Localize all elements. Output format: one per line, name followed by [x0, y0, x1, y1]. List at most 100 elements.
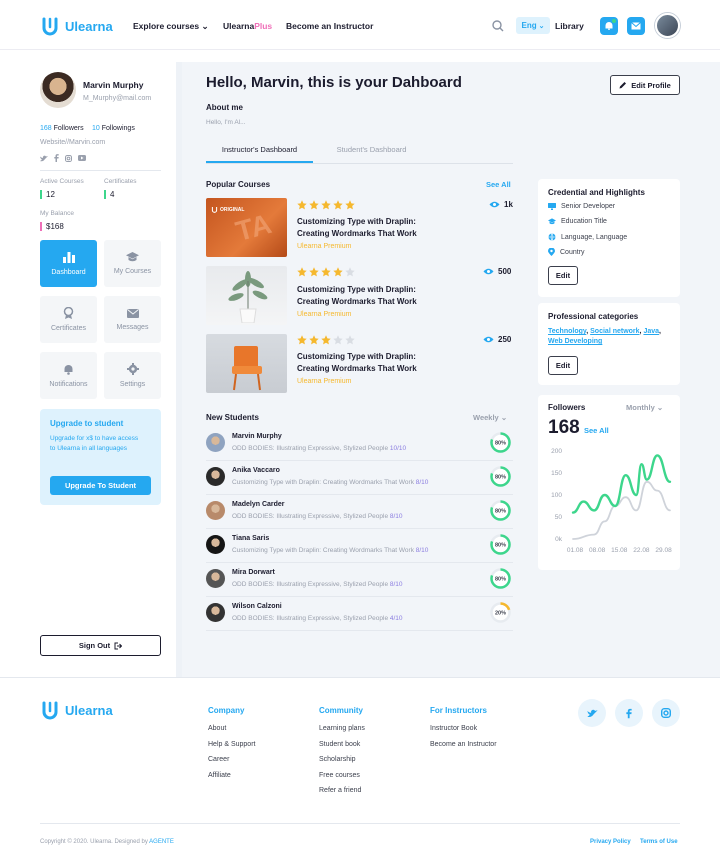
- star-filled-icon: [297, 200, 307, 210]
- nav-explore-courses[interactable]: Explore courses ⌄: [133, 21, 209, 32]
- tile-messages[interactable]: Messages: [104, 296, 161, 343]
- tile-dashboard[interactable]: Dashboard: [40, 240, 97, 287]
- edit-credentials-button[interactable]: Edit: [548, 266, 578, 285]
- instagram-icon[interactable]: [65, 154, 72, 162]
- pencil-icon: [619, 82, 627, 89]
- facebook-button[interactable]: [615, 699, 643, 727]
- student-avatar: [206, 433, 225, 452]
- bell-icon: [64, 364, 73, 375]
- footer-link[interactable]: Scholarship: [319, 756, 356, 763]
- designer-link[interactable]: AGENTE: [149, 839, 174, 845]
- student-row[interactable]: Marvin Murphy ODD BODIES: Illustrating E…: [206, 427, 513, 461]
- views-count: 250: [498, 335, 512, 344]
- footer-link[interactable]: Instructor Book: [430, 725, 477, 732]
- edit-professional-button[interactable]: Edit: [548, 356, 578, 375]
- footer-instructors-title: For Instructors: [430, 706, 487, 715]
- course-views: 1k: [489, 200, 513, 209]
- credential-row: Senior Developer: [548, 203, 615, 210]
- student-row[interactable]: Tiana Saris Customizing Type with Drapli…: [206, 529, 513, 563]
- nav-become-instructor[interactable]: Become an Instructor: [286, 21, 373, 31]
- terms-link[interactable]: Terms of Use: [640, 839, 678, 845]
- student-name: Anika Vaccaro: [232, 467, 280, 474]
- footer-link[interactable]: Affiliate: [208, 772, 231, 779]
- weekly-dropdown[interactable]: Weekly ⌄: [473, 413, 507, 422]
- gear-icon: [126, 363, 139, 375]
- tile-notifications[interactable]: Notifications: [40, 352, 97, 399]
- student-row[interactable]: Mira Dorwart ODD BODIES: Illustrating Ex…: [206, 563, 513, 597]
- messages-button[interactable]: [627, 17, 645, 35]
- footer-link[interactable]: Free courses: [319, 772, 360, 779]
- course-title[interactable]: Customizing Type with Draplin: Creating …: [297, 284, 442, 307]
- award-icon: [63, 307, 74, 319]
- course-title[interactable]: Customizing Type with Draplin: Creating …: [297, 216, 442, 239]
- tab-instructor[interactable]: Instructor's Dashboard: [206, 145, 313, 163]
- upgrade-button[interactable]: Upgrade To Student: [50, 476, 151, 495]
- student-avatar: [206, 501, 225, 520]
- twitter-button[interactable]: [578, 699, 606, 727]
- footer-link[interactable]: Become an Instructor: [430, 741, 497, 748]
- monthly-dropdown[interactable]: Monthly ⌄: [626, 403, 663, 412]
- search-icon[interactable]: [492, 20, 504, 32]
- tag-technology[interactable]: Technology: [548, 328, 586, 335]
- balance-amount: $168: [46, 222, 64, 231]
- tile-my-courses[interactable]: My Courses: [104, 240, 161, 287]
- star-filled-icon: [321, 267, 331, 277]
- footer-logo[interactable]: Ulearna: [40, 700, 113, 720]
- chevron-down-icon: ⌄: [656, 403, 664, 412]
- twitter-icon[interactable]: [40, 155, 48, 162]
- student-progress: 8/10: [415, 479, 429, 486]
- facebook-icon[interactable]: [54, 154, 59, 162]
- credential-row: Language, Language: [548, 233, 627, 241]
- student-row[interactable]: Wilson Calzoni ODD BODIES: Illustrating …: [206, 597, 513, 631]
- user-avatar[interactable]: [655, 13, 680, 38]
- student-row[interactable]: Madelyn Carder ODD BODIES: Illustrating …: [206, 495, 513, 529]
- followers-stat[interactable]: 168 Followers: [40, 125, 84, 132]
- footer-link[interactable]: Career: [208, 756, 229, 763]
- footer-link[interactable]: About: [208, 725, 226, 732]
- course-thumbnail[interactable]: ORIGINAL TA: [206, 198, 287, 257]
- privacy-link[interactable]: Privacy Policy: [590, 839, 631, 845]
- language-select[interactable]: Eng ⌄: [516, 17, 550, 34]
- certificates-label: Certificates: [104, 178, 137, 185]
- sign-out-button[interactable]: Sign Out: [40, 635, 161, 656]
- instagram-button[interactable]: [652, 699, 680, 727]
- footer-link[interactable]: Learning plans: [319, 725, 365, 732]
- x-tick-label: 15.08: [611, 547, 628, 554]
- footer-link[interactable]: Help & Support: [208, 741, 255, 748]
- student-name: Tiana Saris: [232, 535, 270, 542]
- tag-social-network[interactable]: Social network: [590, 328, 639, 335]
- logo[interactable]: Ulearna: [40, 16, 113, 36]
- progress-ring: 20%: [490, 602, 511, 623]
- footer-link[interactable]: Student book: [319, 741, 360, 748]
- sign-out-icon: [114, 642, 123, 649]
- student-avatar: [206, 603, 225, 622]
- original-badge: ORIGINAL: [211, 206, 244, 213]
- tag-web-developing[interactable]: Web Developing: [548, 338, 602, 345]
- course-thumbnail[interactable]: [206, 266, 287, 325]
- followers-count: 168: [40, 125, 52, 132]
- edit-profile-button[interactable]: Edit Profile: [610, 75, 680, 95]
- tab-student[interactable]: Student's Dashboard: [318, 145, 425, 163]
- student-row[interactable]: Anika Vaccaro Customizing Type with Drap…: [206, 461, 513, 495]
- library-link[interactable]: Library: [555, 21, 584, 31]
- nav-plus-prefix: Ulearna: [223, 21, 255, 31]
- followers-see-all-link[interactable]: See All: [584, 426, 609, 435]
- graduation-cap-icon: [548, 218, 556, 225]
- followers-count: 168: [548, 417, 580, 438]
- website-link[interactable]: Website//Marvin.com: [40, 139, 105, 146]
- nav-ulearna-plus[interactable]: UlearnaPlus: [223, 21, 272, 31]
- course-title[interactable]: Customizing Type with Draplin: Creating …: [297, 351, 442, 374]
- tag-java[interactable]: Java: [643, 328, 659, 335]
- followings-stat[interactable]: 10 Followings: [92, 125, 135, 132]
- footer-link[interactable]: Refer a friend: [319, 787, 361, 794]
- monthly-label: Monthly: [626, 403, 655, 412]
- progress-ring: 80%: [490, 432, 511, 453]
- tile-certificates[interactable]: Certificates: [40, 296, 97, 343]
- progress-percent: 20%: [495, 611, 506, 617]
- tile-settings[interactable]: Settings: [104, 352, 161, 399]
- course-thumbnail[interactable]: [206, 334, 287, 393]
- youtube-icon[interactable]: [78, 155, 86, 161]
- student-course: Customizing Type with Draplin: Creating …: [232, 547, 428, 554]
- popular-see-all-link[interactable]: See All: [486, 180, 511, 189]
- notifications-button[interactable]: [600, 17, 618, 35]
